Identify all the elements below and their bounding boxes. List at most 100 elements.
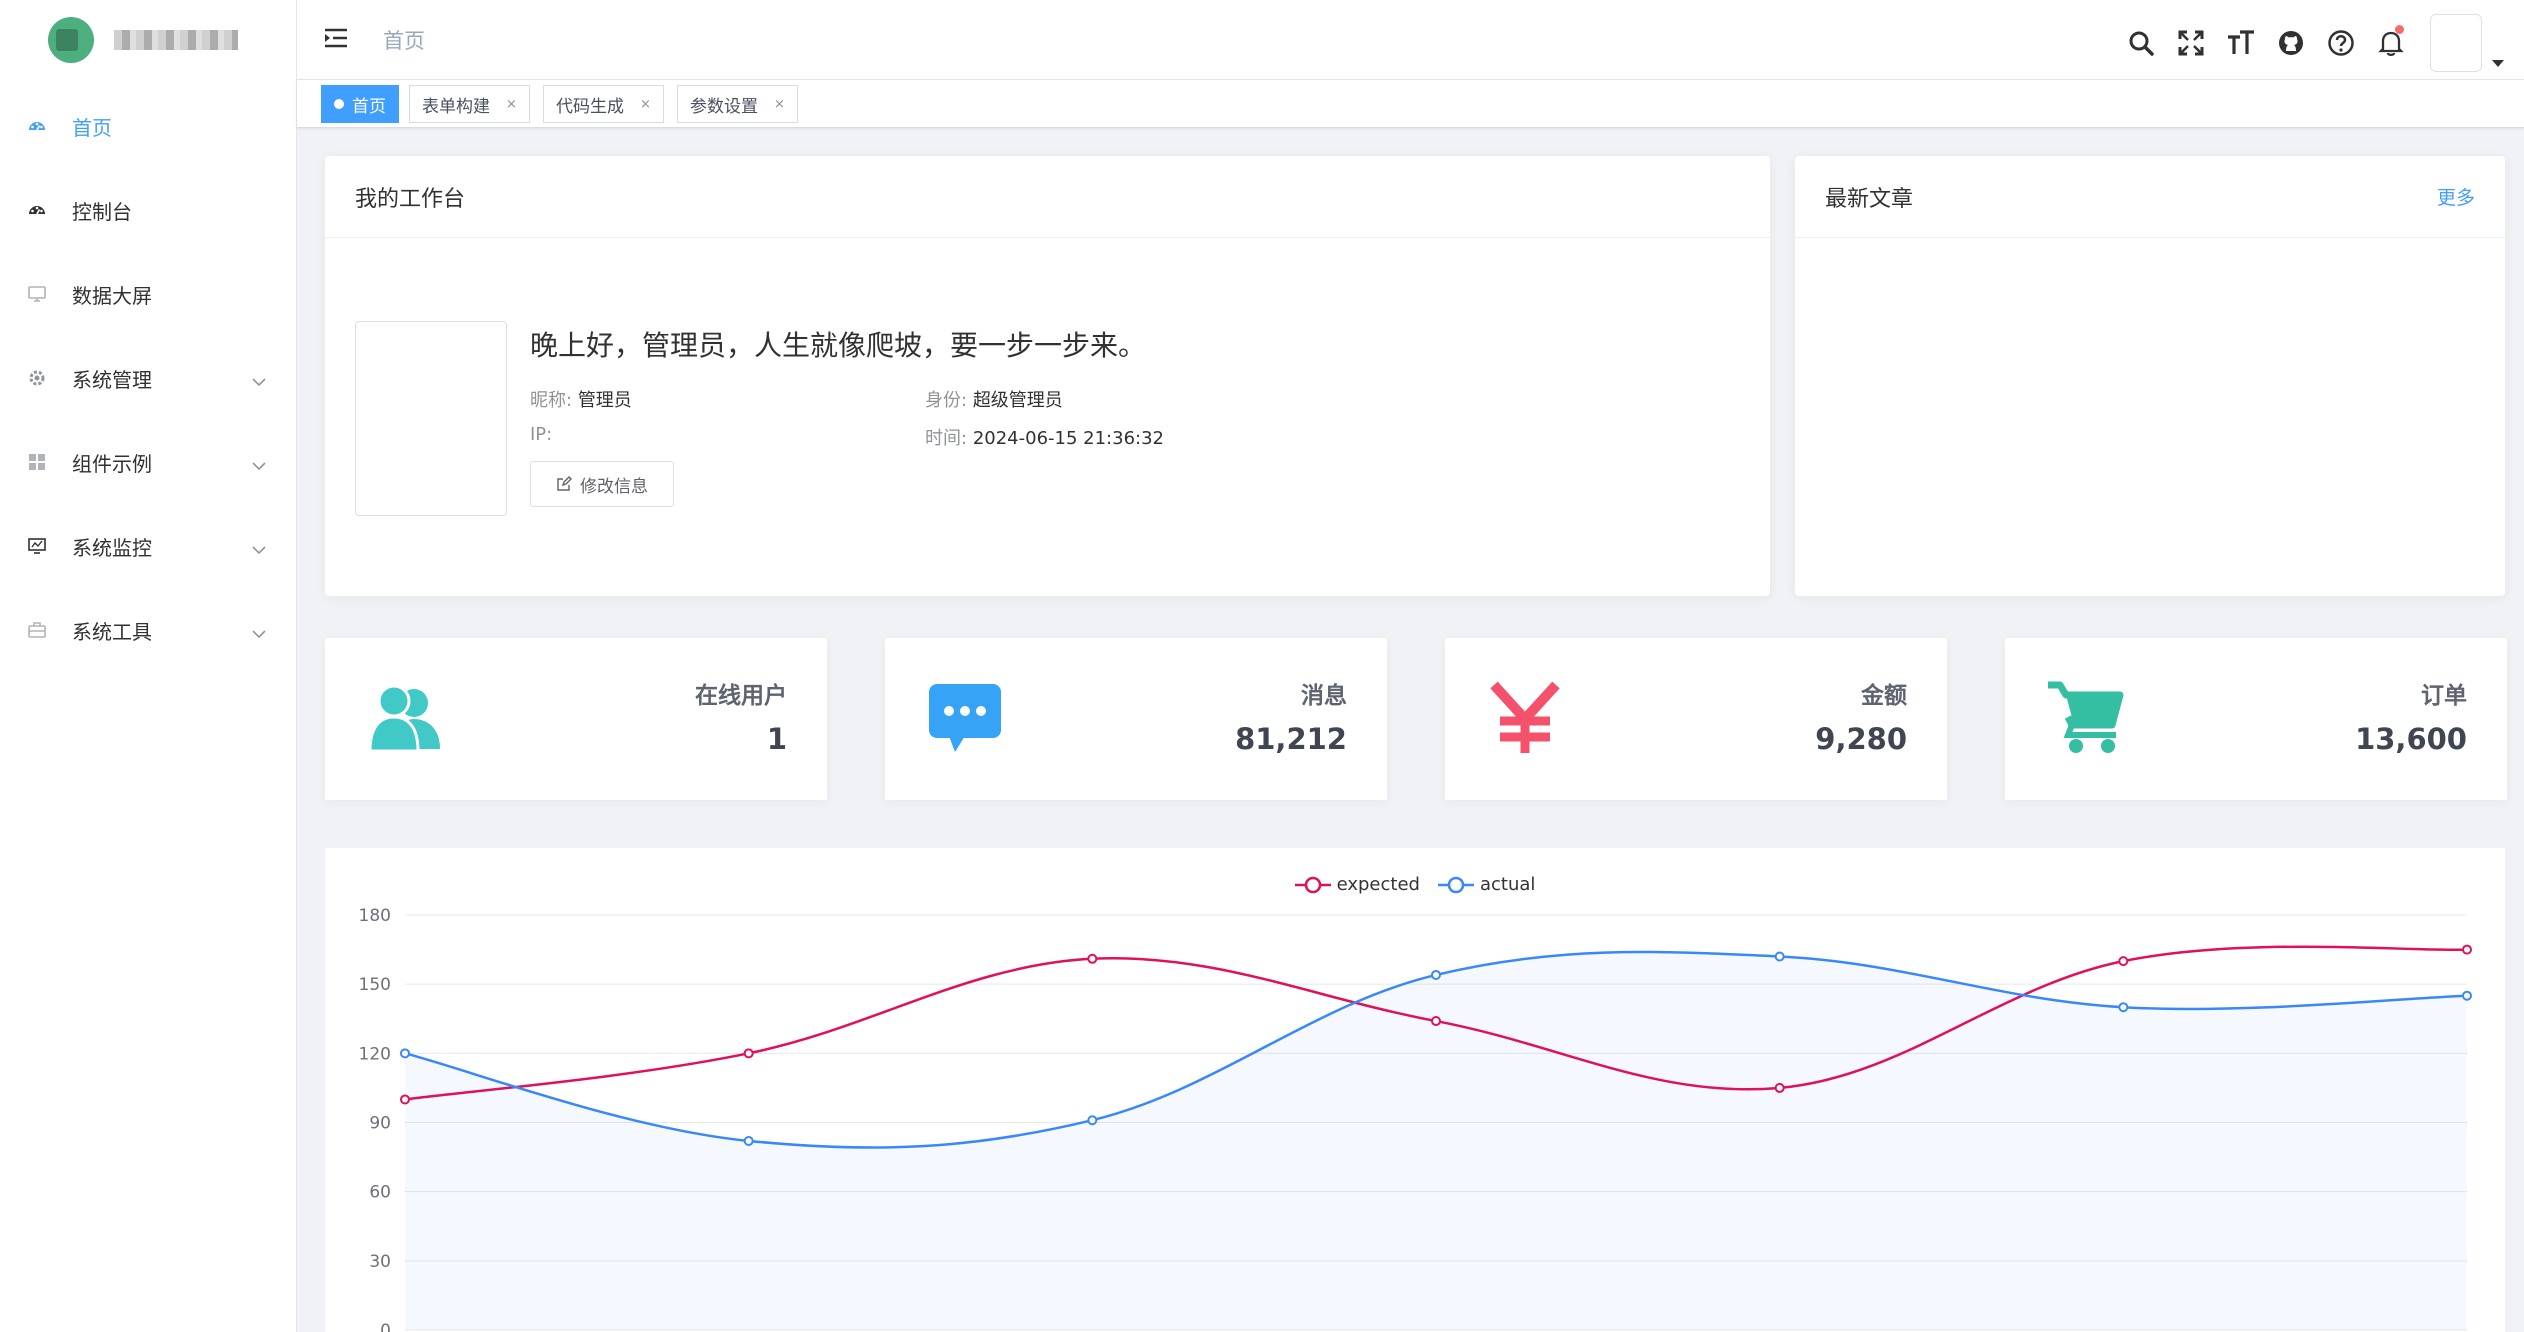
chevron-down-icon <box>252 368 266 392</box>
workbench-title: 我的工作台 <box>325 156 1770 238</box>
more-link[interactable]: 更多 <box>2437 183 2475 210</box>
message-icon <box>925 678 1005 758</box>
stat-value: 81,212 <box>1235 722 1347 756</box>
grid-icon <box>26 451 48 473</box>
tag-label: 代码生成 <box>556 96 624 117</box>
font-size-icon[interactable] <box>2216 18 2266 68</box>
stat-card-messages[interactable]: 消息 81,212 <box>885 638 1387 800</box>
tags-view: 首页 表单构建 × 代码生成 × 参数设置 × <box>297 80 2524 128</box>
latest-articles-card: 最新文章 更多 <box>1795 156 2505 596</box>
monitor-screen-icon <box>26 283 48 305</box>
y-tick-label: 120 <box>359 1044 391 1064</box>
line-chart: 0 30 60 90 120 150 180 <box>359 906 2472 1332</box>
stat-label: 在线用户 <box>695 683 787 709</box>
sidebar-menu: 首页 控制台 数据大屏 系统管理 组件示例 系统监控 系统工具 <box>0 84 296 672</box>
time-value: 2024-06-15 21:36:32 <box>972 428 1164 449</box>
sidebar-toggle-icon[interactable] <box>323 26 349 54</box>
data-point-expected <box>400 1094 410 1105</box>
stat-label: 订单 <box>2421 683 2467 709</box>
role-value: 超级管理员 <box>972 390 1063 411</box>
top-navbar: 首页 <box>297 0 2524 80</box>
data-point-expected <box>2462 944 2472 955</box>
sidebar-item-system-monitor[interactable]: 系统监控 <box>0 504 296 588</box>
edit-button-label: 修改信息 <box>580 476 648 497</box>
data-point-expected <box>743 1048 754 1059</box>
nickname-label: 昵称: <box>530 390 573 411</box>
sidebar-item-label: 系统管理 <box>72 367 152 392</box>
logo-text-blurred <box>114 30 238 50</box>
y-tick-label: 90 <box>369 1114 391 1134</box>
github-icon[interactable] <box>2266 18 2316 68</box>
y-tick-label: 30 <box>369 1252 391 1272</box>
role-label: 身份: <box>925 390 968 411</box>
close-icon[interactable]: × <box>774 97 785 112</box>
chevron-down-icon <box>252 620 266 644</box>
greeting-text: 晚上好，管理员，人生就像爬坡，要一步一步来。 <box>530 329 1147 362</box>
shopping-cart-icon <box>2045 678 2125 758</box>
tag-form-builder[interactable]: 表单构建 × <box>409 85 530 123</box>
tag-label: 参数设置 <box>690 96 758 117</box>
avatar[interactable] <box>2430 14 2482 72</box>
nickname-value: 管理员 <box>577 390 632 411</box>
articles-title: 最新文章 <box>1825 186 1914 212</box>
ip-label: IP: <box>530 424 553 445</box>
edit-info-button[interactable]: 修改信息 <box>530 461 674 507</box>
sidebar-item-label: 首页 <box>72 115 112 140</box>
tag-code-gen[interactable]: 代码生成 × <box>543 85 664 123</box>
caret-down-icon[interactable] <box>2492 59 2504 67</box>
sidebar-item-system-management[interactable]: 系统管理 <box>0 336 296 420</box>
ip-row: IP: <box>530 424 552 445</box>
sidebar-item-home[interactable]: 首页 <box>0 84 296 168</box>
stat-label: 金额 <box>1861 683 1907 709</box>
sidebar-item-console[interactable]: 控制台 <box>0 168 296 252</box>
help-icon[interactable] <box>2316 18 2366 68</box>
tag-params[interactable]: 参数设置 × <box>677 85 798 123</box>
stat-value: 1 <box>766 722 787 756</box>
stat-value: 9,280 <box>1815 722 1907 756</box>
stat-label: 消息 <box>1301 683 1347 709</box>
sidebar-item-system-tools[interactable]: 系统工具 <box>0 588 296 672</box>
sidebar-item-label: 系统工具 <box>72 619 152 644</box>
logo-mark-icon <box>48 17 94 63</box>
data-point-actual <box>1774 951 1785 962</box>
data-point-actual <box>1431 969 1441 980</box>
y-tick-label: 0 <box>380 1321 391 1332</box>
yuan-icon <box>1485 678 1565 758</box>
close-icon[interactable]: × <box>506 97 517 112</box>
y-tick-label: 60 <box>369 1183 391 1203</box>
close-icon[interactable]: × <box>640 97 651 112</box>
data-point-actual <box>2462 990 2472 1001</box>
time-row: 时间: 2024-06-15 21:36:32 <box>925 424 1164 450</box>
edit-icon <box>557 476 572 491</box>
monitor-chart-icon <box>26 535 48 557</box>
logo[interactable] <box>0 0 296 80</box>
sidebar-item-label: 组件示例 <box>72 451 152 476</box>
toolbox-icon <box>26 619 48 641</box>
sidebar-item-label: 控制台 <box>72 199 132 224</box>
bell-icon[interactable] <box>2366 18 2416 68</box>
articles-header: 最新文章 更多 <box>1795 156 2505 238</box>
chevron-down-icon <box>252 536 266 560</box>
role-row: 身份: 超级管理员 <box>925 386 1063 412</box>
tag-label: 首页 <box>352 96 386 117</box>
nickname-row: 昵称: 管理员 <box>530 386 632 412</box>
tag-home[interactable]: 首页 <box>321 85 399 123</box>
stat-card-amount[interactable]: 金额 9,280 <box>1445 638 1947 800</box>
data-point-actual <box>2118 1002 2129 1013</box>
search-icon[interactable] <box>2116 18 2166 68</box>
sidebar-item-data-screen[interactable]: 数据大屏 <box>0 252 296 336</box>
data-point-expected <box>1431 1016 1441 1027</box>
fullscreen-icon[interactable] <box>2166 18 2216 68</box>
sidebar-item-components[interactable]: 组件示例 <box>0 420 296 504</box>
workbench-card: 我的工作台 晚上好，管理员，人生就像爬坡，要一步一步来。 昵称: 管理员 身份:… <box>325 156 1770 596</box>
stat-card-online-users[interactable]: 在线用户 1 <box>325 638 827 800</box>
y-tick-label: 180 <box>359 906 391 926</box>
dashboard-icon <box>26 199 48 221</box>
data-point-expected <box>1774 1082 1785 1093</box>
stat-card-orders[interactable]: 订单 13,600 <box>2005 638 2507 800</box>
data-point-expected <box>1087 953 1098 964</box>
data-point-actual <box>1087 1115 1098 1126</box>
users-icon <box>365 678 445 758</box>
tag-label: 表单构建 <box>422 96 490 117</box>
breadcrumb[interactable]: 首页 <box>383 25 425 55</box>
